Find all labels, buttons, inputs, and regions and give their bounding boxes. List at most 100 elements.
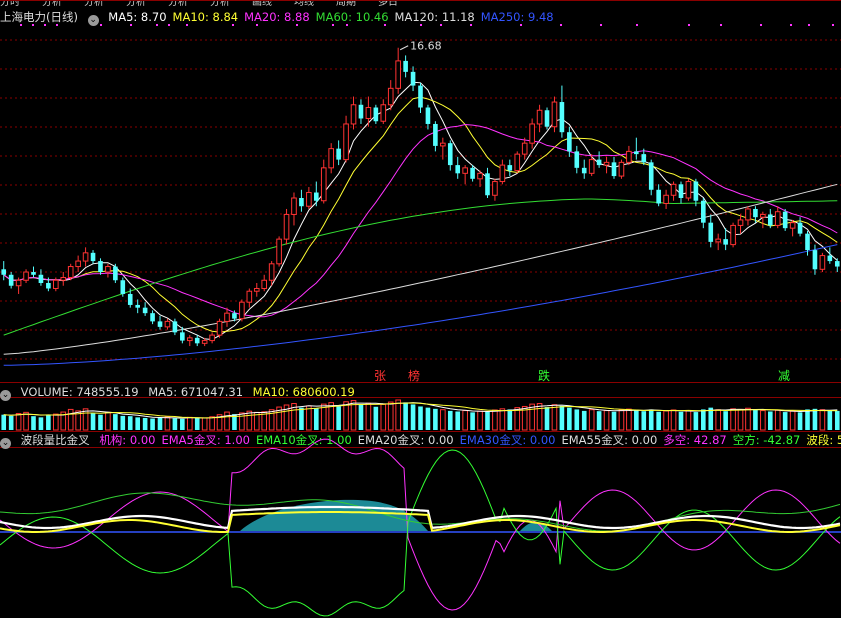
volume-bar (499, 408, 506, 431)
indicator-label: EMA10金叉: 1.00 (255, 433, 352, 447)
volume-bar (693, 412, 699, 430)
candle-body (46, 283, 51, 289)
candlestick-chart: 16.68 (0, 0, 841, 617)
candle-body (53, 279, 59, 289)
volume-bar (634, 409, 639, 430)
candle-body (387, 87, 394, 106)
candle-body (440, 142, 446, 147)
volume-bar (648, 409, 654, 430)
volume-bar (358, 404, 364, 430)
volume-bar (53, 413, 59, 431)
candle-body (261, 279, 268, 289)
candle-body (760, 213, 766, 218)
candle-body (611, 162, 617, 177)
volume-bar (38, 417, 44, 430)
volume-bar (685, 410, 692, 431)
candle-body (201, 340, 208, 344)
volume-bar (142, 417, 148, 430)
volume-bar (507, 409, 513, 430)
volume-bar (82, 408, 89, 431)
candle-body (514, 153, 521, 172)
candle-body (499, 164, 506, 183)
candle-body (701, 200, 706, 223)
candle-body (410, 71, 416, 86)
candle-body (350, 104, 357, 125)
volume-bar (8, 415, 14, 430)
candle-body (31, 272, 36, 275)
volume-bar (201, 417, 208, 431)
candle-body (551, 101, 558, 128)
candle-body (827, 255, 833, 262)
candle-body (507, 165, 513, 171)
volume-bar (477, 410, 483, 431)
volume-bar (127, 416, 133, 430)
settings-circle-icon[interactable]: ⌄ (0, 438, 11, 449)
candle-body (320, 167, 327, 202)
candle-body (276, 238, 282, 265)
event-marker[interactable]: 榜 (408, 369, 420, 383)
volume-bar (737, 408, 744, 431)
event-marker[interactable]: 跌 (538, 369, 550, 383)
candle-body (603, 161, 610, 166)
volume-bar (186, 416, 193, 431)
candle-body (15, 279, 22, 287)
candle-body (685, 181, 692, 199)
volume-bar (782, 412, 788, 430)
volume-bar (819, 409, 826, 431)
candle-body (641, 154, 647, 163)
candle-body (90, 252, 96, 262)
volume-bar (812, 408, 818, 430)
candle-body (618, 161, 625, 177)
candle-body (462, 167, 468, 174)
volume-bar (1, 414, 7, 430)
stock-chart-window: 分时分析分析分析分析分析画线均线周期多日复权更多 上海电力(日线) ⌄ MA5:… (0, 0, 841, 618)
candle-body (581, 167, 587, 174)
volume-bar (611, 411, 617, 430)
candle-body (365, 107, 372, 119)
event-marker[interactable]: 减 (778, 369, 790, 383)
candle-body (797, 222, 803, 234)
candle-body (150, 313, 155, 322)
candle-body (737, 219, 744, 226)
candle-body (485, 173, 490, 196)
short-side-line (0, 449, 841, 617)
volume-bar (180, 418, 185, 430)
candle-body (634, 151, 639, 155)
volume-bar (440, 409, 446, 431)
candle-body (774, 211, 781, 226)
candle-body (172, 321, 178, 333)
candle-body (82, 252, 89, 262)
candle-body (209, 334, 215, 342)
volume-bar (730, 408, 736, 431)
ma60-line (3, 198, 838, 336)
volume-bar (544, 407, 550, 430)
volume-bar (834, 410, 840, 430)
volume-bar (224, 411, 230, 431)
candle-body (715, 238, 722, 243)
event-marker[interactable]: 张 (374, 369, 386, 383)
candle-body (805, 233, 810, 251)
candle-body (812, 250, 818, 270)
volume-bar (395, 399, 401, 431)
volume-bar (774, 409, 781, 431)
candle-body (626, 150, 632, 163)
candle-body (656, 189, 661, 204)
volume-bar (485, 411, 490, 430)
indicator-label: 多空: 42.87 (663, 433, 727, 447)
peak-price-label: 16.68 (410, 40, 442, 53)
candle-body (23, 271, 29, 281)
candle-body (588, 159, 595, 174)
candle-body (678, 184, 684, 198)
candle-body (574, 151, 580, 168)
candle-body (767, 214, 773, 226)
volume-value: VOLUME: 748555.19 (20, 385, 139, 399)
volume-bar (194, 417, 200, 430)
settings-circle-icon[interactable]: ⌄ (0, 390, 11, 401)
candle-body (492, 181, 498, 196)
candle-body (648, 162, 654, 190)
volume-bar (760, 410, 766, 431)
volume-bar (365, 402, 372, 431)
candle-body (544, 110, 550, 127)
candle-body (328, 148, 334, 169)
candle-body (789, 222, 796, 229)
